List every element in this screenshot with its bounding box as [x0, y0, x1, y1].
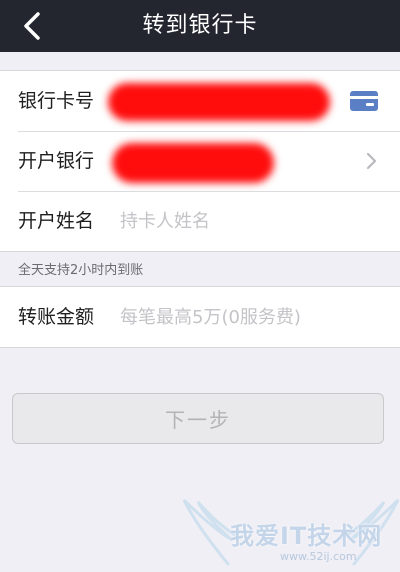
next-step-button[interactable]: 下一步 [12, 393, 384, 444]
chevron-right-icon [366, 152, 377, 170]
page-title: 转到银行卡 [142, 13, 258, 38]
bank-select-row[interactable]: 开户银行 [0, 131, 400, 191]
watermark-url: www.52ij.com [280, 550, 357, 563]
navigation-bar: 转到银行卡 [0, 0, 400, 52]
holder-name-label: 开户姓名 [18, 210, 95, 232]
card-number-row[interactable]: 银行卡号 [0, 71, 400, 131]
watermark-text: 我爱IT技术网 [230, 522, 383, 550]
bank-label: 开户银行 [18, 150, 95, 172]
bank-card-icon[interactable] [350, 91, 378, 111]
holder-name-input[interactable] [120, 203, 350, 239]
redaction-mark [112, 143, 274, 183]
card-number-label: 银行卡号 [18, 90, 95, 112]
amount-input[interactable] [120, 299, 350, 335]
holder-name-row: 开户姓名 [0, 191, 400, 251]
amount-row: 转账金额 [0, 287, 400, 347]
arrival-notice: 全天支持2小时内到账 [18, 263, 144, 278]
bank-card-form-group: 银行卡号 开户银行 开户姓名 [0, 70, 400, 252]
amount-form-group: 转账金额 [0, 286, 400, 348]
redaction-mark [108, 83, 330, 121]
amount-label: 转账金额 [18, 306, 95, 328]
watermark: 我爱IT技术网 www.52ij.com [182, 494, 400, 572]
